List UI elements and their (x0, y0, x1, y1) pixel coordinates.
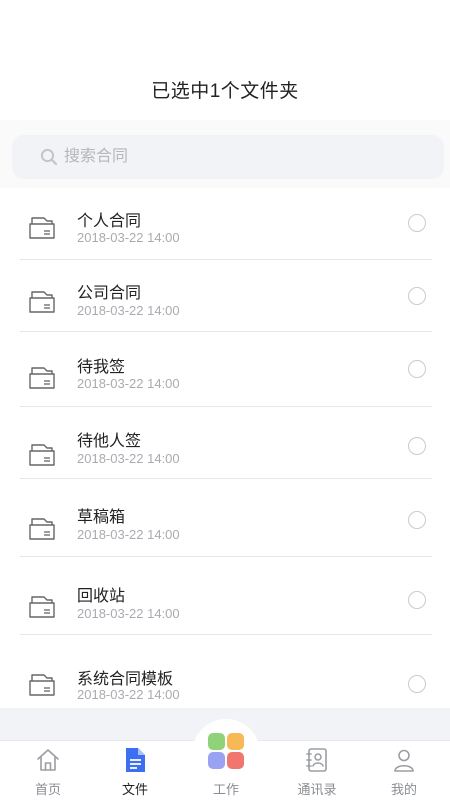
folder-name: 系统合同模板 (77, 671, 174, 688)
folder-name: 公司合同 (77, 285, 142, 302)
folder-date: 2018-03-22 14:00 (77, 527, 180, 542)
folder-row[interactable]: 待他人签 2018-03-22 14:00 (0, 407, 450, 479)
folder-row[interactable]: 待我签 2018-03-22 14:00 (0, 332, 450, 407)
title-bar: 已选中1个文件夹 (0, 0, 450, 120)
folder-name: 草稿箱 (77, 509, 126, 526)
tab-files[interactable]: 文件 (95, 741, 175, 800)
search-section (0, 120, 450, 188)
folder-list: 个人合同 2018-03-22 14:00 公司合同 2018-03-22 14… (0, 188, 450, 710)
select-radio[interactable] (408, 675, 426, 693)
folder-row[interactable]: 系统合同模板 2018-03-22 14:00 (0, 635, 450, 710)
folder-date: 2018-03-22 14:00 (77, 606, 180, 621)
select-radio[interactable] (408, 214, 426, 232)
folder-icon (29, 596, 55, 618)
home-icon (37, 749, 59, 771)
search-icon (40, 148, 58, 166)
profile-icon (394, 749, 414, 772)
tab-label: 我的 (390, 782, 417, 797)
search-input[interactable] (64, 135, 424, 179)
search-box[interactable] (12, 135, 444, 179)
document-icon (126, 748, 145, 772)
tab-label: 首页 (34, 782, 61, 797)
tab-contacts[interactable]: 通讯录 (277, 741, 357, 800)
tab-label: 工作 (212, 782, 239, 797)
folder-row[interactable]: 公司合同 2018-03-22 14:00 (0, 260, 450, 332)
select-radio[interactable] (408, 437, 426, 455)
select-radio[interactable] (408, 360, 426, 378)
folder-date: 2018-03-22 14:00 (77, 376, 180, 391)
folder-icon (29, 674, 55, 696)
select-radio[interactable] (408, 287, 426, 305)
folder-name: 待我签 (77, 359, 126, 376)
tab-home[interactable]: 首页 (8, 741, 88, 800)
folder-date: 2018-03-22 14:00 (77, 687, 180, 702)
folder-icon (29, 367, 55, 389)
folder-row[interactable]: 个人合同 2018-03-22 14:00 (0, 188, 450, 260)
select-radio[interactable] (408, 511, 426, 529)
work-grid-icon (208, 733, 244, 769)
contacts-icon (306, 748, 327, 772)
folder-icon (29, 217, 55, 239)
page-title: 已选中1个文件夹 (151, 81, 299, 102)
folder-name: 回收站 (77, 588, 126, 605)
tab-work[interactable]: 工作 (186, 728, 266, 800)
folder-icon (29, 291, 55, 313)
folder-date: 2018-03-22 14:00 (77, 230, 180, 245)
select-radio[interactable] (408, 591, 426, 609)
tab-label: 通讯录 (297, 782, 337, 797)
folder-name: 待他人签 (77, 433, 142, 450)
folder-row[interactable]: 回收站 2018-03-22 14:00 (0, 557, 450, 635)
folder-date: 2018-03-22 14:00 (77, 451, 180, 466)
folder-name: 个人合同 (77, 213, 142, 230)
folder-icon (29, 518, 55, 540)
folder-date: 2018-03-22 14:00 (77, 303, 180, 318)
folder-row[interactable]: 草稿箱 2018-03-22 14:00 (0, 479, 450, 557)
folder-icon (29, 444, 55, 466)
tab-profile[interactable]: 我的 (364, 741, 444, 800)
tab-label: 文件 (121, 782, 148, 797)
